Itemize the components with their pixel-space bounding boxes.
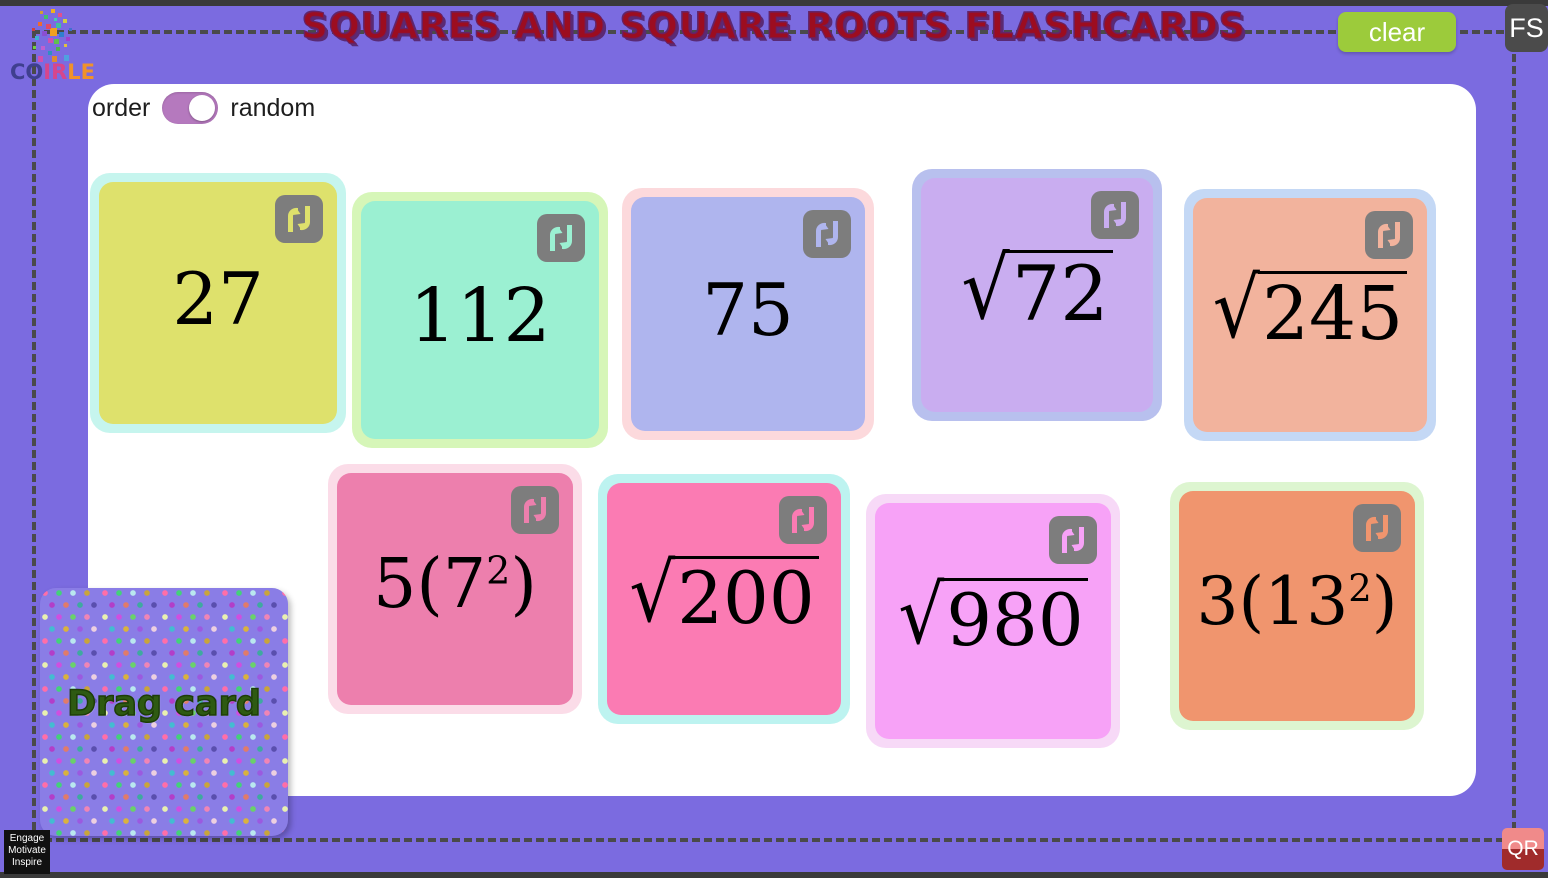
flashcard-expression: √ 72: [961, 246, 1113, 332]
flip-card-icon: [816, 221, 838, 247]
flashcard-expression: √ 245: [1213, 268, 1408, 351]
flip-card-button[interactable]: [1365, 211, 1413, 259]
order-label: order: [92, 93, 151, 122]
flashcard[interactable]: √ 245: [1184, 189, 1436, 441]
flashcard[interactable]: √ 200: [598, 474, 850, 724]
flashcard-expression: 27: [172, 257, 264, 341]
page-title: SQUARES AND SQUARE ROOTS FLASHCARDS: [301, 5, 1247, 47]
flip-card-icon: [1378, 222, 1400, 248]
badge-line: Engage: [9, 833, 45, 844]
flashcard-face: 5(72): [337, 473, 573, 705]
flashcard-face: 3(132): [1179, 491, 1415, 721]
flip-card-icon: [1062, 527, 1084, 553]
engage-motivate-inspire-badge: Engage Motivate Inspire: [4, 830, 50, 874]
flashcard-face: √ 72: [921, 178, 1153, 412]
fullscreen-button[interactable]: FS: [1505, 4, 1548, 52]
flashcard-face: √ 245: [1193, 198, 1427, 432]
logo-wordmark: COIRLE: [10, 60, 95, 84]
order-random-toggle[interactable]: [162, 92, 219, 124]
logo-letter: I: [43, 60, 52, 84]
bottom-edge-strip: [0, 872, 1548, 878]
flashcard-face: √ 200: [607, 483, 841, 715]
random-label: random: [230, 93, 316, 122]
logo-letter: L: [67, 60, 81, 84]
logo-letter: E: [80, 60, 96, 84]
clear-button[interactable]: clear: [1338, 12, 1456, 52]
flashcard-expression: 5(72): [373, 545, 537, 624]
flashcard-expression: √ 980: [898, 575, 1088, 656]
flip-card-button[interactable]: [803, 210, 851, 258]
drag-card[interactable]: Drag card: [40, 588, 288, 836]
logo-letter: C: [10, 60, 26, 84]
flip-card-button[interactable]: [1049, 516, 1097, 564]
flip-card-button[interactable]: [511, 486, 559, 534]
qr-label: QR: [1507, 837, 1539, 860]
flashcard[interactable]: 3(132): [1170, 482, 1424, 730]
flip-card-button[interactable]: [1091, 191, 1139, 239]
badge-line: Motivate: [8, 845, 46, 856]
flashcard-expression: √ 200: [629, 553, 819, 634]
flashcard[interactable]: 5(72): [328, 464, 582, 714]
order-random-toggle-row: order random: [92, 92, 315, 124]
flip-card-button[interactable]: [1353, 504, 1401, 552]
flashcard[interactable]: 112: [352, 192, 608, 448]
drag-card-label: Drag card: [66, 683, 261, 725]
qr-button[interactable]: QR: [1502, 828, 1544, 870]
flip-card-icon: [792, 507, 814, 533]
logo-letter: O: [25, 60, 44, 84]
flip-card-icon: [1104, 202, 1126, 228]
flashcard[interactable]: 27: [90, 173, 346, 433]
flip-card-icon: [550, 225, 572, 251]
flashcard[interactable]: √ 980: [866, 494, 1120, 748]
flip-card-button[interactable]: [779, 496, 827, 544]
logo-letter: R: [51, 60, 68, 84]
flip-card-icon: [1366, 515, 1388, 541]
flashcard-face: 27: [99, 182, 337, 424]
flip-card-button[interactable]: [275, 195, 323, 243]
flashcard-expression: 75: [702, 268, 794, 352]
flashcard-face: √ 980: [875, 503, 1111, 739]
flashcard[interactable]: 75: [622, 188, 874, 440]
flashcard-face: 75: [631, 197, 865, 431]
flip-card-icon: [524, 497, 546, 523]
badge-line: Inspire: [11, 857, 42, 868]
toggle-knob: [189, 95, 216, 121]
flashcard-expression: 112: [409, 273, 551, 359]
flashcard-face: 112: [361, 201, 599, 439]
flip-card-icon: [288, 206, 310, 232]
flashcard-expression: 3(132): [1196, 563, 1398, 640]
flip-card-button[interactable]: [537, 214, 585, 262]
flashcards-app: COIRLE SQUARES AND SQUARE ROOTS FLASHCAR…: [0, 0, 1548, 878]
flashcard[interactable]: √ 72: [912, 169, 1162, 421]
